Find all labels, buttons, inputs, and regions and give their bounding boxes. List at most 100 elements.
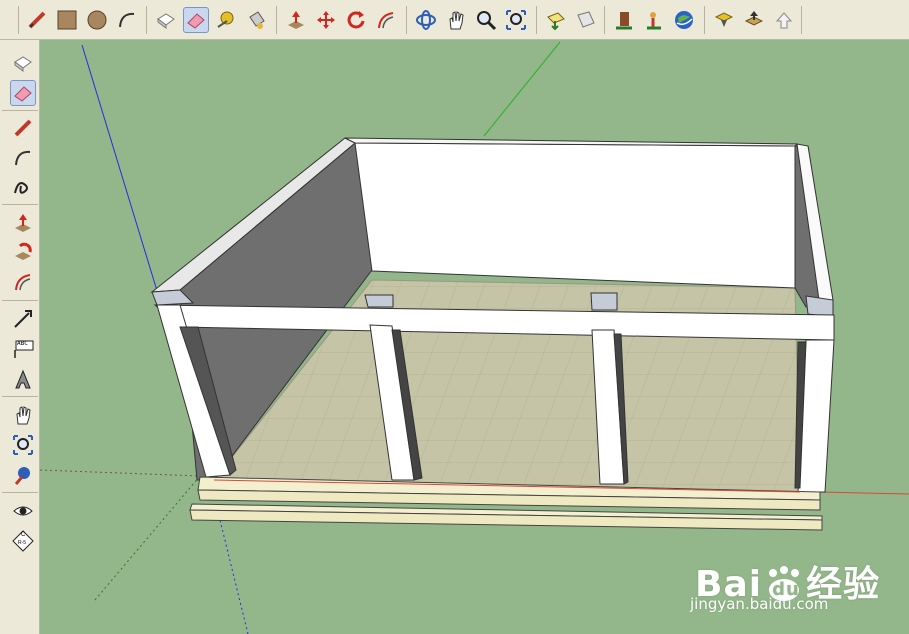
orbit-icon — [416, 10, 436, 30]
zoom-tool-button[interactable] — [473, 7, 499, 33]
watermark-url: jingyan.baidu.com — [690, 595, 829, 613]
toolbar-separator — [2, 110, 38, 111]
text-tool-button[interactable]: ABC — [10, 336, 36, 362]
toolbar-separator — [18, 6, 19, 34]
arc-tool-button-left[interactable] — [10, 145, 36, 171]
eraser-tool-button-left[interactable] — [10, 80, 36, 106]
pencil-tool-button-left[interactable] — [10, 115, 36, 141]
back-wall — [354, 142, 796, 289]
offset-icon — [378, 12, 394, 29]
push-pull-button[interactable] — [283, 7, 309, 33]
section-button[interactable] — [771, 7, 797, 33]
arc-icon — [119, 12, 135, 28]
top-toolbar — [0, 0, 909, 40]
zoom-icon — [477, 11, 497, 31]
follow-me-icon — [15, 242, 32, 260]
toolbar-separator — [704, 6, 705, 34]
tape-measure-icon — [217, 11, 234, 28]
pencil-icon — [28, 11, 46, 29]
paint-bucket-button[interactable] — [243, 7, 269, 33]
pan-icon — [16, 406, 31, 425]
push-pull-button-left[interactable] — [10, 210, 36, 236]
toolbar-separator — [536, 6, 537, 34]
blue-axis-negative — [219, 519, 249, 634]
section-tool-sublabel: R-5 — [18, 540, 27, 546]
toolbar-separator — [2, 300, 38, 301]
rectangle-tool-button[interactable] — [54, 7, 80, 33]
orbit-tool-button[interactable] — [413, 7, 439, 33]
offset-tool-button-left[interactable] — [10, 269, 36, 295]
3d-warehouse-icon — [547, 12, 565, 31]
make-component-button-left[interactable] — [10, 50, 36, 76]
position-camera-button[interactable] — [10, 462, 36, 488]
red-axis-negative — [40, 469, 201, 477]
pan-tool-button[interactable] — [443, 7, 469, 33]
tape-measure-button[interactable] — [213, 7, 239, 33]
blue-axis — [81, 44, 159, 295]
pan-tool-button-left[interactable] — [10, 402, 36, 428]
pencil-tool-button[interactable] — [24, 7, 50, 33]
move-icon — [317, 11, 335, 29]
push-pull-icon — [15, 214, 31, 232]
upload-button[interactable] — [741, 7, 767, 33]
3d-viewport[interactable]: Bai du 经验 jingyan.baidu.com — [40, 40, 909, 634]
section-icon — [775, 12, 793, 29]
pan-icon — [449, 11, 464, 30]
circle-icon — [87, 10, 107, 30]
get-models-button[interactable] — [611, 7, 637, 33]
toolbar-separator — [604, 6, 605, 34]
right-wall-cap — [805, 295, 834, 318]
make-component-icon — [157, 13, 175, 29]
toolbar-separator — [801, 6, 802, 34]
share-model-icon — [577, 11, 595, 28]
3d-warehouse-button[interactable] — [543, 7, 569, 33]
google-earth-button[interactable] — [671, 7, 697, 33]
tape-measure-icon — [14, 310, 32, 328]
section-plane-button[interactable]: C R-5 — [10, 528, 36, 554]
google-earth-icon — [675, 11, 693, 29]
toolbar-separator — [146, 6, 147, 34]
eraser-icon — [14, 86, 32, 102]
arc-tool-button[interactable] — [114, 7, 140, 33]
text-tool-label: ABC — [17, 340, 28, 347]
left-toolbar: ABC C R-5 — [0, 40, 40, 634]
look-around-button[interactable] — [10, 498, 36, 524]
eraser-icon — [187, 13, 205, 29]
make-component-button[interactable] — [153, 7, 179, 33]
toolbar-edge-icon — [0, 7, 4, 33]
make-component-icon — [14, 56, 32, 72]
toolbar-separator — [276, 6, 277, 34]
add-location-icon — [647, 12, 661, 30]
green-axis — [483, 41, 561, 137]
green-axis-negative — [94, 475, 201, 601]
get-photo-texture-button[interactable] — [711, 7, 737, 33]
arc-icon — [15, 150, 31, 166]
freehand-tool-button[interactable] — [10, 174, 36, 200]
add-location-button[interactable] — [641, 7, 667, 33]
position-camera-icon — [14, 467, 30, 485]
zoom-extents-button-left[interactable] — [10, 432, 36, 458]
section-tool-label: C — [21, 532, 26, 538]
model-scene — [40, 41, 909, 634]
look-around-icon — [13, 506, 33, 516]
move-tool-button[interactable] — [313, 7, 339, 33]
toolbar-separator — [2, 204, 38, 205]
rotate-tool-button[interactable] — [343, 7, 369, 33]
share-model-button[interactable] — [573, 7, 599, 33]
3d-text-button[interactable] — [10, 366, 36, 392]
toolbar-separator — [2, 396, 38, 397]
offset-tool-button[interactable] — [373, 7, 399, 33]
red-axis — [819, 491, 909, 495]
toolbar-separator — [406, 6, 407, 34]
middle-column-left-cap — [364, 294, 394, 308]
eraser-tool-button[interactable] — [183, 7, 209, 33]
zoom-extents-button[interactable] — [503, 7, 529, 33]
rotate-icon — [347, 11, 365, 29]
tape-measure-button-left[interactable] — [10, 306, 36, 332]
offset-icon — [15, 274, 31, 291]
zoom-extents-icon — [13, 435, 33, 455]
follow-me-button[interactable] — [10, 240, 36, 266]
circle-tool-button[interactable] — [84, 7, 110, 33]
get-photo-texture-icon — [714, 12, 734, 27]
upload-icon — [744, 11, 764, 26]
